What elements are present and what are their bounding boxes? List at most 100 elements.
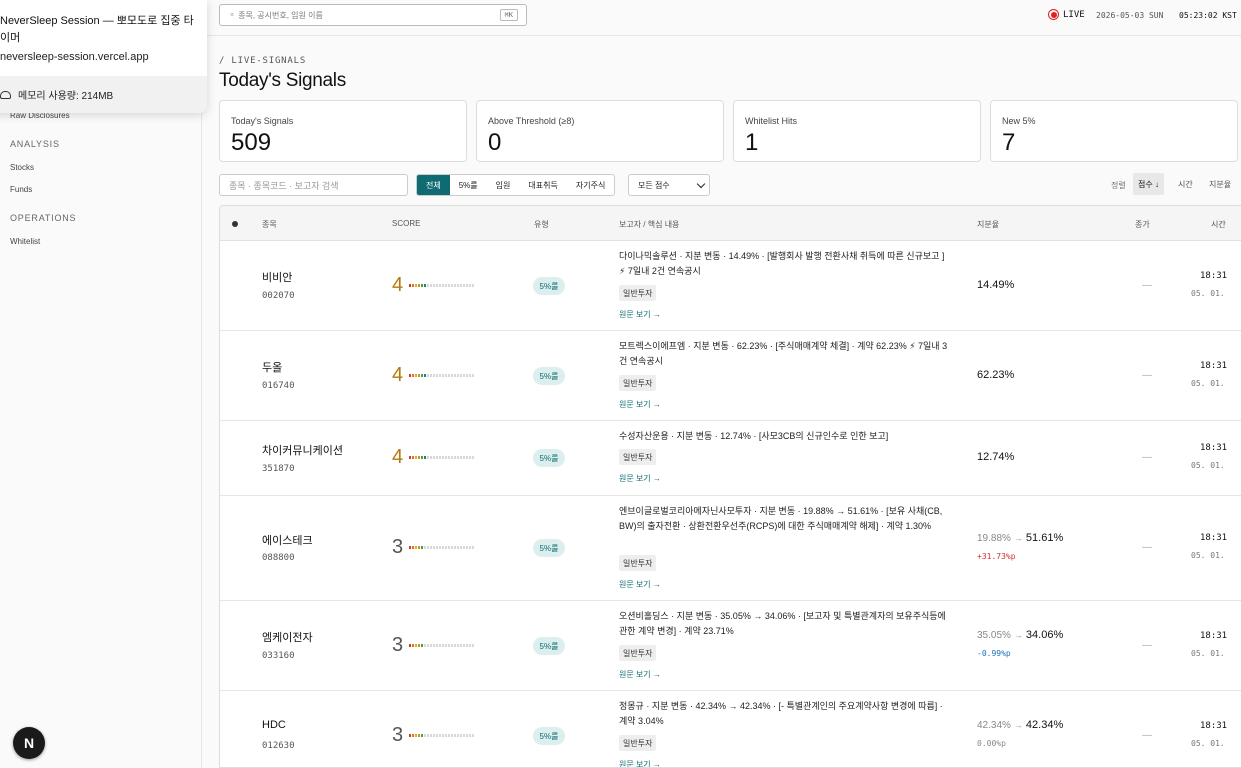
score-value: 4	[392, 274, 404, 296]
stock-name[interactable]: 비비안	[262, 269, 292, 285]
score-meter-segment	[436, 456, 438, 459]
score-meter-segment	[469, 644, 471, 647]
signal-time: 18:31	[1200, 271, 1228, 281]
next-logo-button[interactable]: N	[13, 727, 45, 759]
score-meter-segment	[412, 546, 414, 549]
score-meter-segment	[442, 456, 444, 459]
table-row[interactable]: 엠케이전자 033160 3 5%룰 오션비홀딩스 · 지분 변동 · 35.0…	[220, 601, 1241, 691]
share-to: 12.74%	[977, 451, 1015, 463]
stat-card-todays-signals: Today's Signals 509	[219, 100, 467, 162]
score-meter-segment	[424, 374, 426, 377]
score-meter-segment	[448, 644, 450, 647]
score-meter-segment	[448, 374, 450, 377]
stock-code: 033160	[262, 651, 295, 661]
score-meter-segment	[451, 546, 453, 549]
table-row[interactable]: HDC 012630 3 5%룰 정몽규 · 지분 변동 · 42.34% → …	[220, 691, 1241, 767]
stock-code: 002070	[262, 291, 295, 301]
score-value: 3	[392, 724, 404, 746]
stat-label: Today's Signals	[231, 116, 294, 126]
score-meter-segment	[424, 456, 426, 459]
score-meter-segment	[445, 456, 447, 459]
stock-name[interactable]: 차이커뮤니케이션	[262, 442, 343, 458]
stock-name[interactable]: 엠케이전자	[262, 629, 313, 645]
score-meter-segment	[427, 374, 429, 377]
view-original-link[interactable]: 원문 보기 →	[619, 759, 661, 767]
score-meter-segment	[442, 644, 444, 647]
score-meter-segment	[409, 374, 411, 377]
tab-treasury-stock[interactable]: 자기주식	[567, 175, 614, 195]
score-meter	[409, 546, 474, 549]
score-meter-segment	[439, 374, 441, 377]
sidebar-item-stocks[interactable]: Stocks	[10, 163, 34, 172]
sort-by-share-button[interactable]: 지분율	[1204, 173, 1236, 195]
score-meter-segment	[463, 734, 465, 737]
tab-all[interactable]: 전체	[417, 175, 450, 195]
table-row[interactable]: 에이스테크 088800 3 5%룰 엔브이글로벌코리아메자닌사모투자 · 지분…	[220, 496, 1241, 601]
signal-date: 05. 01.	[1191, 649, 1225, 658]
tab-5pct-rule[interactable]: 5%룰	[450, 175, 487, 195]
score-meter-segment	[442, 284, 444, 287]
view-original-link[interactable]: 원문 보기 →	[619, 309, 661, 320]
score-meter-segment	[418, 734, 420, 737]
col-name[interactable]: 종목	[262, 219, 277, 230]
view-original-link[interactable]: 원문 보기 →	[619, 669, 661, 680]
popup-memory-text: 메모리 사용량: 214MB	[18, 91, 114, 102]
stock-name[interactable]: 두올	[262, 359, 282, 375]
signal-time: 18:31	[1200, 631, 1228, 641]
sidebar-item-whitelist[interactable]: Whitelist	[10, 237, 40, 246]
score-meter-segment	[448, 456, 450, 459]
page-title: Today's Signals	[219, 70, 346, 91]
tab-ceo-purchase[interactable]: 대표취득	[519, 175, 566, 195]
table-row[interactable]: 두올 016740 4 5%룰 모트렉스이에프엠 · 지분 변동 · 62.23…	[220, 331, 1241, 421]
stock-name[interactable]: 에이스테크	[262, 532, 313, 548]
score-meter-segment	[472, 734, 474, 737]
score-filter-value: 모든 점수	[638, 180, 670, 190]
score-meter-segment	[424, 284, 426, 287]
table-row[interactable]: 차이커뮤니케이션 351870 4 5%룰 수성자산운용 · 지분 변동 · 1…	[220, 421, 1241, 496]
type-badge: 5%룰	[533, 277, 565, 295]
gauge-icon	[0, 90, 11, 99]
popup-url[interactable]: neversleep-session.vercel.app	[0, 51, 149, 63]
stat-value: 7	[1002, 129, 1016, 156]
arrow-right-icon: →	[1013, 720, 1023, 730]
signal-time: 18:31	[1200, 443, 1228, 453]
score-meter-segment	[412, 644, 414, 647]
score-filter-select[interactable]: 모든 점수	[628, 174, 710, 196]
col-share[interactable]: 지분율	[977, 219, 999, 230]
signal-search-input[interactable]: 종목 · 종목코드 · 보고자 검색	[219, 174, 408, 196]
global-search-input[interactable]: × 종목, 공시번호, 임원 이름 ⌘K	[219, 4, 527, 26]
signal-time: 18:31	[1200, 721, 1228, 731]
score-meter-segment	[418, 644, 420, 647]
tab-executive[interactable]: 임원	[487, 175, 520, 195]
share-delta: -0.99%p	[977, 649, 1011, 658]
score-meter-segment	[445, 284, 447, 287]
table-row[interactable]: 비비안 002070 4 5%룰 다이나믹솔루션 · 지분 변동 · 14.49…	[220, 241, 1241, 331]
score-meter-segment	[436, 734, 438, 737]
share-from: 42.34%	[977, 720, 1011, 731]
sort-by-score-button[interactable]: 점수 ↓	[1133, 173, 1164, 195]
score-meter-segment	[412, 284, 414, 287]
signal-date: 05. 01.	[1191, 551, 1225, 560]
score-meter-segment	[436, 374, 438, 377]
score-meter-segment	[436, 284, 438, 287]
score-meter-segment	[466, 734, 468, 737]
view-original-link[interactable]: 원문 보기 →	[619, 473, 661, 484]
sidebar-section-analysis: ANALYSIS	[10, 139, 60, 149]
col-score[interactable]: SCORE	[392, 219, 420, 228]
col-type[interactable]: 유형	[534, 219, 549, 230]
score-meter-segment	[433, 284, 435, 287]
stock-name[interactable]: HDC	[262, 719, 286, 731]
view-original-link[interactable]: 원문 보기 →	[619, 579, 661, 590]
score-meter-segment	[445, 734, 447, 737]
score-meter-segment	[427, 734, 429, 737]
col-time[interactable]: 시간	[1211, 219, 1226, 230]
score-meter-segment	[469, 456, 471, 459]
signal-time: 18:31	[1200, 533, 1228, 543]
signal-time: 18:31	[1200, 361, 1228, 371]
score-meter-segment	[451, 456, 453, 459]
reporter-summary: 수성자산운용 · 지분 변동 · 12.74% · [사모3CB의 신규인수로 …	[619, 431, 889, 441]
sort-by-time-button[interactable]: 시간	[1173, 173, 1198, 195]
view-original-link[interactable]: 원문 보기 →	[619, 399, 661, 410]
share-ratio: 42.34% → 42.34%	[977, 719, 1063, 731]
sidebar-item-funds[interactable]: Funds	[10, 185, 32, 194]
